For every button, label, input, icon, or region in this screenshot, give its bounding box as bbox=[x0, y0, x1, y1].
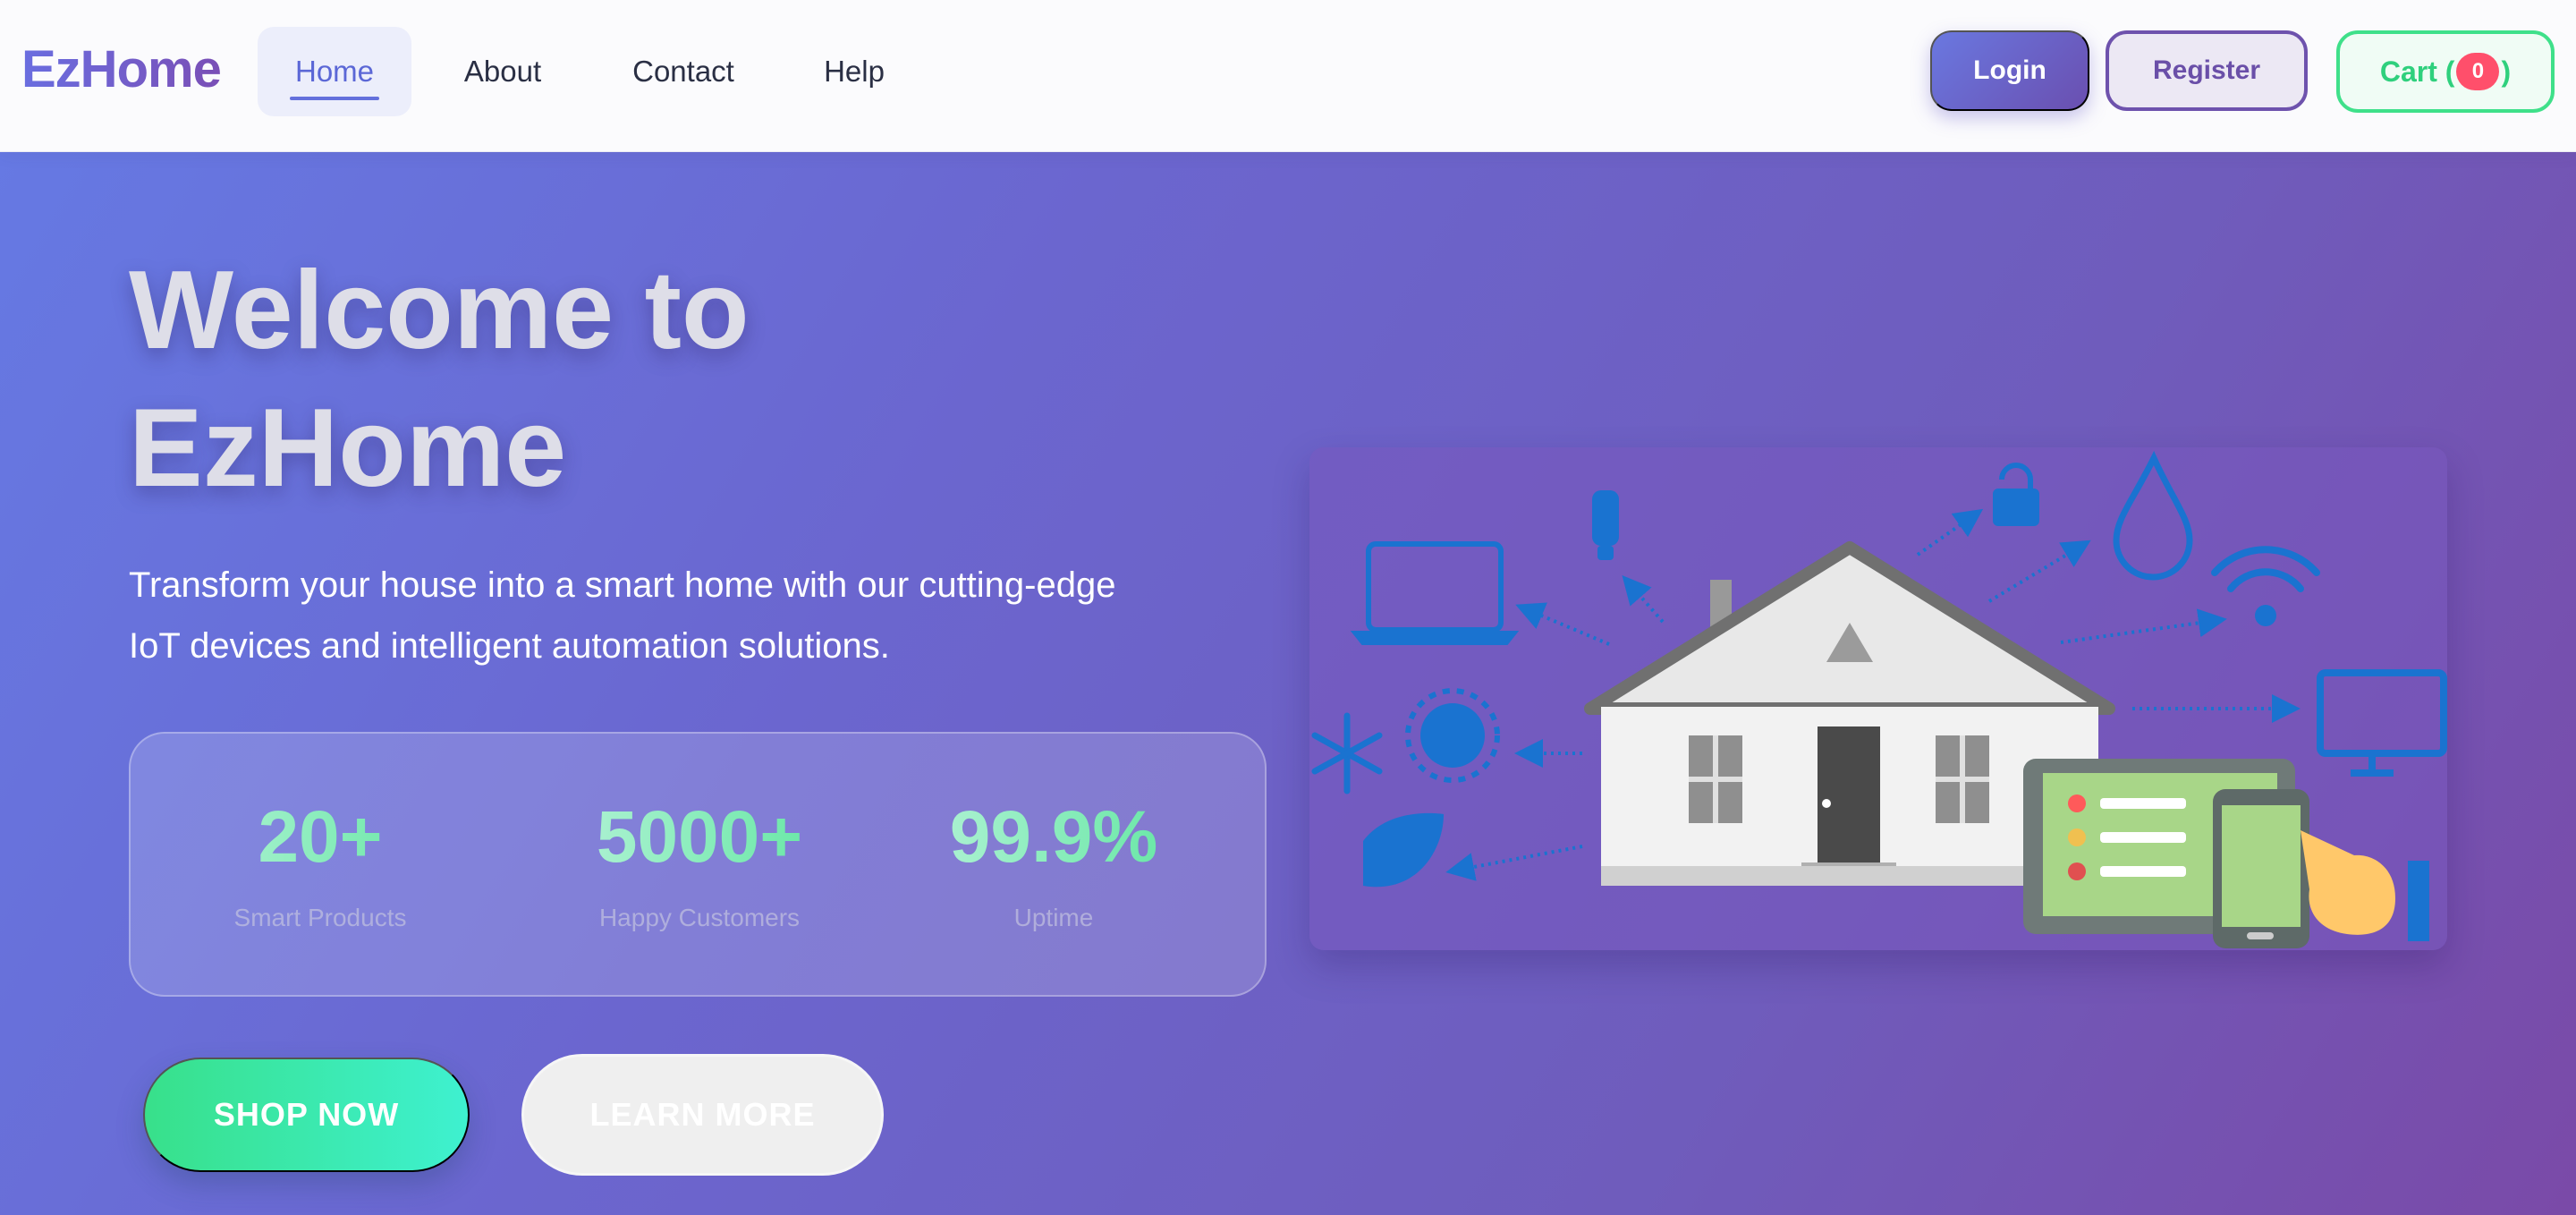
hero-subtitle-line2: IoT devices and intelligent automation s… bbox=[129, 626, 890, 666]
stat-value: 5000+ bbox=[547, 793, 852, 882]
nav-home-label: Home bbox=[294, 55, 375, 88]
stat-value: 99.9% bbox=[902, 793, 1206, 882]
nav-contact-label: Contact bbox=[632, 55, 734, 88]
learn-more-button[interactable]: LEARN MORE bbox=[521, 1054, 884, 1176]
lock-icon bbox=[1993, 463, 2039, 526]
stat-label: Smart Products bbox=[233, 904, 407, 931]
stat-label: Happy Customers bbox=[598, 904, 801, 931]
stat-customers: 5000+ Happy Customers bbox=[547, 793, 852, 932]
shop-now-button[interactable]: SHOP NOW bbox=[143, 1058, 470, 1172]
lightbulb-icon bbox=[1592, 490, 1619, 560]
nav-contact[interactable]: Contact bbox=[605, 27, 762, 116]
active-underline bbox=[290, 97, 379, 100]
hand-icon bbox=[2301, 830, 2429, 941]
stat-value: 20+ bbox=[168, 793, 472, 882]
stat-uptime: 99.9% Uptime bbox=[902, 793, 1206, 932]
hero-subtitle: Transform your house into a smart home w… bbox=[129, 555, 1292, 676]
sun-icon bbox=[1405, 688, 1500, 783]
snowflake-icon bbox=[1311, 712, 1383, 794]
hero-subtitle-line1: Transform your house into a smart home w… bbox=[129, 565, 1116, 605]
laptop-icon bbox=[1350, 541, 1520, 645]
stats-panel: 20+ Smart Products 5000+ Happy Customers… bbox=[129, 732, 1267, 997]
water-drop-icon bbox=[2113, 450, 2193, 581]
cart-label-prefix: Cart ( bbox=[2379, 55, 2455, 88]
login-button[interactable]: Login bbox=[1930, 30, 2089, 111]
leaf-icon bbox=[1363, 812, 1444, 888]
monitor-icon bbox=[2317, 669, 2447, 777]
phone-icon bbox=[2213, 789, 2309, 948]
nav-home[interactable]: Home bbox=[258, 27, 411, 116]
smart-home-illustration bbox=[1309, 447, 2447, 950]
hero-title: Welcome to EzHome bbox=[129, 242, 1202, 517]
brand-logo[interactable]: EzHome bbox=[21, 39, 222, 99]
nav-about[interactable]: About bbox=[436, 27, 569, 116]
cart-button[interactable]: Cart ( 0 ) bbox=[2336, 30, 2555, 113]
nav-help-label: Help bbox=[824, 55, 885, 88]
hero-title-line2: EzHome bbox=[129, 387, 567, 510]
cart-count-badge: 0 bbox=[2456, 53, 2500, 90]
stat-label: Uptime bbox=[1013, 904, 1094, 931]
cart-label-suffix: ) bbox=[2501, 55, 2512, 88]
wifi-icon bbox=[2211, 546, 2320, 626]
hero-section: Welcome to EzHome Transform your house i… bbox=[0, 152, 2576, 1215]
nav-help[interactable]: Help bbox=[798, 27, 911, 116]
stat-products: 20+ Smart Products bbox=[168, 793, 472, 932]
smart-home-illustration-svg bbox=[1311, 450, 2447, 948]
top-navbar: EzHome Home About Contact Help Login Reg… bbox=[0, 0, 2576, 152]
nav-about-label: About bbox=[463, 55, 542, 88]
hero-title-line1: Welcome to bbox=[129, 249, 750, 372]
register-button[interactable]: Register bbox=[2106, 30, 2308, 111]
